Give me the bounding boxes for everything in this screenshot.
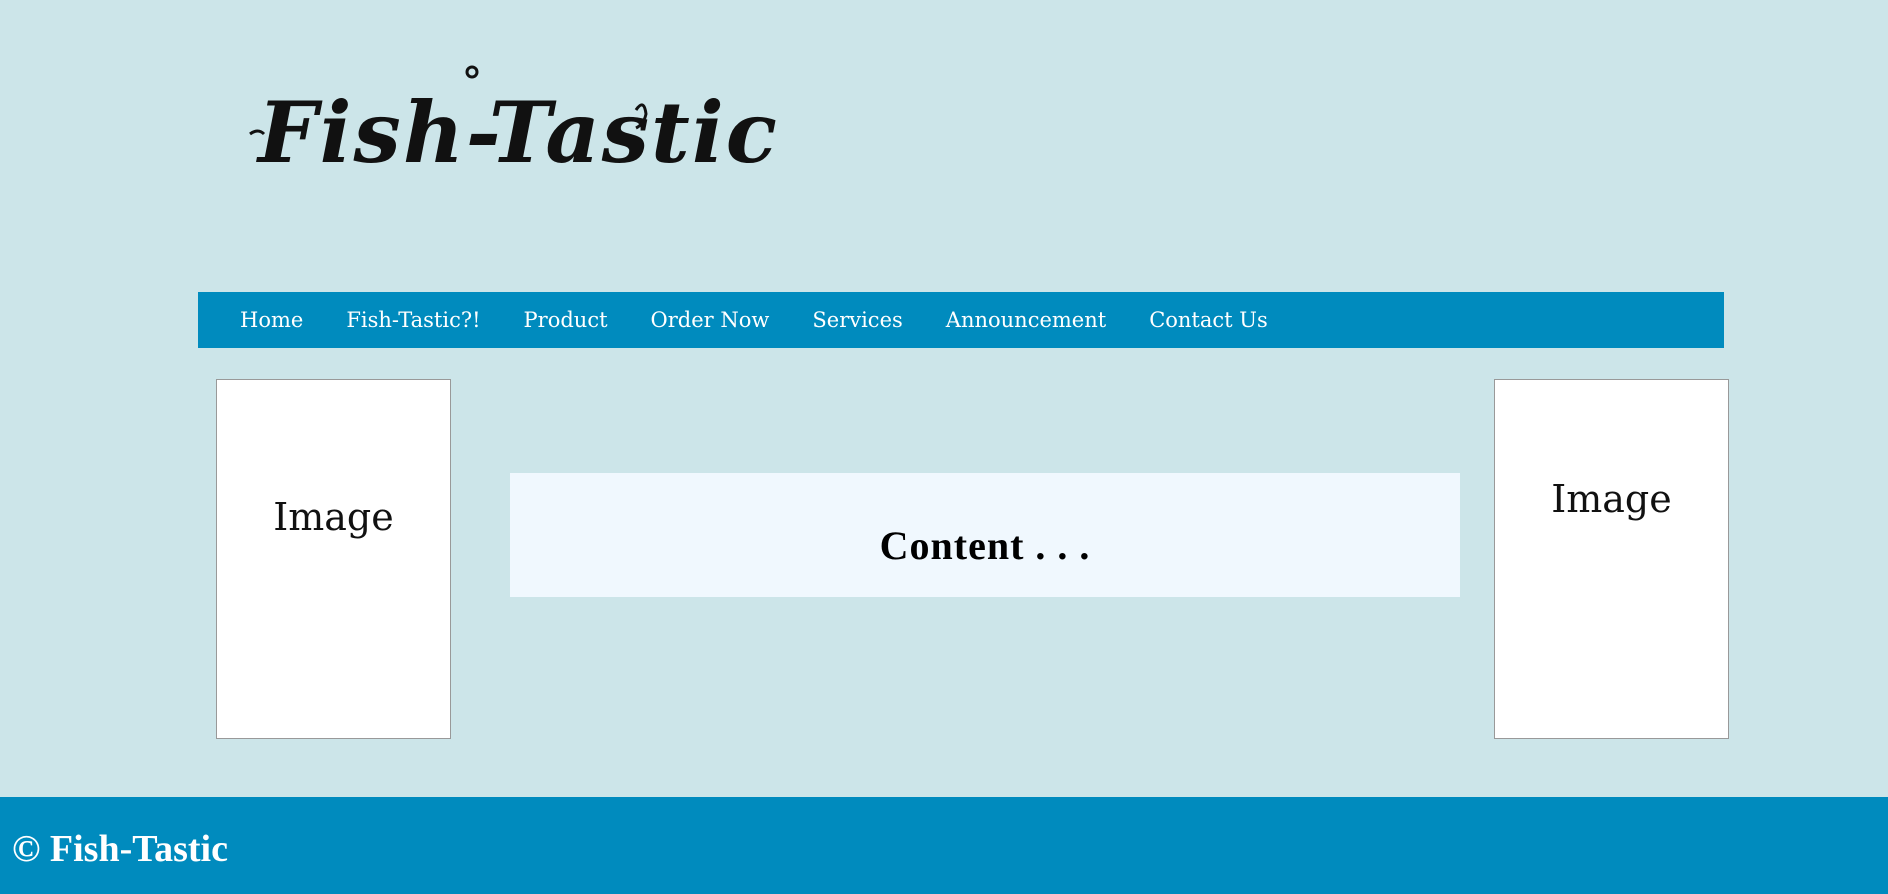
nav-item-order-now[interactable]: Order Now bbox=[641, 308, 780, 332]
right-image-label: Image bbox=[1551, 477, 1672, 521]
right-image-placeholder: Image bbox=[1494, 379, 1729, 739]
nav-item-announcement[interactable]: Announcement bbox=[936, 308, 1116, 332]
left-image-placeholder: Image bbox=[216, 379, 451, 739]
nav-item-fish-tastic[interactable]: Fish-Tastic?! bbox=[336, 308, 490, 332]
logo-fin-left-icon bbox=[249, 129, 266, 136]
content-text: Content . . . bbox=[879, 522, 1091, 568]
left-image-label: Image bbox=[273, 495, 394, 539]
logo-text: Fish-Tastic bbox=[256, 83, 779, 182]
logo-hook-icon bbox=[465, 65, 479, 79]
nav-item-contact-us[interactable]: Contact Us bbox=[1139, 308, 1278, 332]
site-logo[interactable]: Fish-Tastic bbox=[249, 62, 777, 192]
footer-copyright: © Fish-Tastic bbox=[12, 828, 228, 870]
logo-graphic: Fish-Tastic bbox=[249, 65, 777, 182]
nav-item-product[interactable]: Product bbox=[514, 308, 618, 332]
nav-item-home[interactable]: Home bbox=[230, 308, 313, 332]
site-footer: © Fish-Tastic bbox=[0, 797, 1888, 894]
nav-item-services[interactable]: Services bbox=[802, 308, 912, 332]
main-navigation: Home Fish-Tastic?! Product Order Now Ser… bbox=[198, 292, 1724, 348]
content-area: Content . . . bbox=[510, 473, 1460, 597]
